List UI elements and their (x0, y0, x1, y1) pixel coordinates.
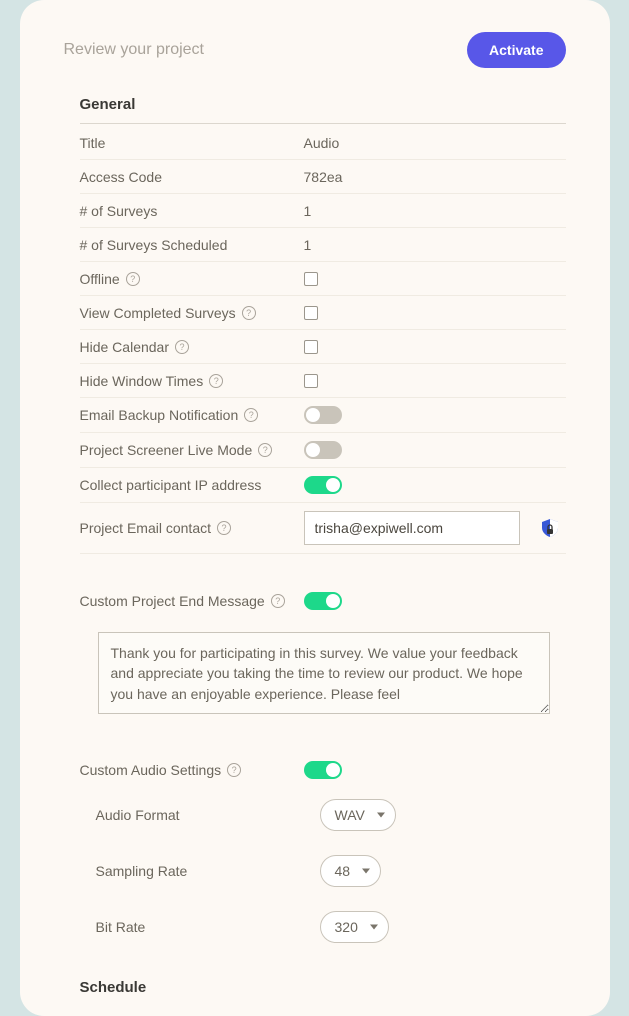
row-title: Title Audio (80, 126, 566, 160)
row-view-completed: View Completed Surveys ? (80, 296, 566, 330)
label-end-msg: Custom Project End Message ? (80, 593, 304, 609)
activate-button[interactable]: Activate (467, 32, 565, 68)
header-row: Review your project Activate (64, 32, 566, 68)
chevron-down-icon (370, 925, 378, 930)
help-icon[interactable]: ? (242, 306, 256, 320)
section-general-title: General (80, 96, 566, 124)
label-screener-live: Project Screener Live Mode ? (80, 442, 304, 458)
toggle-screener-live[interactable] (304, 441, 342, 459)
row-hide-calendar: Hide Calendar ? (80, 330, 566, 364)
page-title: Review your project (64, 41, 205, 59)
toggle-email-backup[interactable] (304, 406, 342, 424)
row-num-surveys: # of Surveys 1 (80, 194, 566, 228)
label-hide-calendar: Hide Calendar ? (80, 339, 304, 355)
label-audio-settings: Custom Audio Settings ? (80, 762, 304, 778)
general-table: Title Audio Access Code 782ea # of Surve… (80, 126, 566, 618)
toggle-audio-settings[interactable] (304, 761, 342, 779)
checkbox-offline[interactable] (304, 272, 318, 286)
label-email-contact: Project Email contact ? (80, 520, 304, 536)
chevron-down-icon (377, 813, 385, 818)
select-sampling-rate[interactable]: 48 (320, 855, 382, 887)
section-schedule-title: Schedule (80, 979, 566, 996)
label-email-backup: Email Backup Notification ? (80, 407, 304, 423)
value-num-surveys: 1 (304, 203, 566, 219)
label-collect-ip: Collect participant IP address (80, 477, 304, 493)
label-num-surveys: # of Surveys (80, 203, 304, 219)
label-view-completed: View Completed Surveys ? (80, 305, 304, 321)
help-icon[interactable]: ? (217, 521, 231, 535)
email-contact-input[interactable] (304, 511, 520, 545)
row-email-contact: Project Email contact ? (80, 503, 566, 554)
row-offline: Offline ? (80, 262, 566, 296)
label-audio-format: Audio Format (96, 807, 320, 823)
row-audio-settings: Custom Audio Settings ? (80, 753, 566, 787)
checkbox-hide-window[interactable] (304, 374, 318, 388)
row-screener-live: Project Screener Live Mode ? (80, 433, 566, 468)
shield-lock-icon (542, 519, 558, 537)
help-icon[interactable]: ? (258, 443, 272, 457)
label-access-code: Access Code (80, 169, 304, 185)
toggle-collect-ip[interactable] (304, 476, 342, 494)
value-num-surveys-scheduled: 1 (304, 237, 566, 253)
label-num-surveys-scheduled: # of Surveys Scheduled (80, 237, 304, 253)
value-title: Audio (304, 135, 566, 151)
help-icon[interactable]: ? (271, 594, 285, 608)
row-hide-window: Hide Window Times ? (80, 364, 566, 398)
label-hide-window: Hide Window Times ? (80, 373, 304, 389)
row-collect-ip: Collect participant IP address (80, 468, 566, 503)
audio-sub-table: Audio Format WAV Sampling Rate 48 Bit Ra… (96, 787, 566, 955)
help-icon[interactable]: ? (175, 340, 189, 354)
label-title: Title (80, 135, 304, 151)
help-icon[interactable]: ? (209, 374, 223, 388)
label-sampling-rate: Sampling Rate (96, 863, 320, 879)
row-num-surveys-scheduled: # of Surveys Scheduled 1 (80, 228, 566, 262)
select-audio-format[interactable]: WAV (320, 799, 396, 831)
review-project-card: Review your project Activate General Tit… (20, 0, 610, 1016)
checkbox-view-completed[interactable] (304, 306, 318, 320)
help-icon[interactable]: ? (227, 763, 241, 777)
toggle-end-msg[interactable] (304, 592, 342, 610)
checkbox-hide-calendar[interactable] (304, 340, 318, 354)
row-bit-rate: Bit Rate 320 (96, 899, 566, 955)
row-audio-format: Audio Format WAV (96, 787, 566, 843)
value-access-code: 782ea (304, 169, 566, 185)
row-access-code: Access Code 782ea (80, 160, 566, 194)
end-message-textarea[interactable]: Thank you for participating in this surv… (98, 632, 550, 714)
label-bit-rate: Bit Rate (96, 919, 320, 935)
label-offline: Offline ? (80, 271, 304, 287)
row-sampling-rate: Sampling Rate 48 (96, 843, 566, 899)
row-email-backup: Email Backup Notification ? (80, 398, 566, 433)
row-end-msg: Custom Project End Message ? (80, 584, 566, 618)
select-bit-rate[interactable]: 320 (320, 911, 389, 943)
chevron-down-icon (362, 869, 370, 874)
help-icon[interactable]: ? (126, 272, 140, 286)
help-icon[interactable]: ? (244, 408, 258, 422)
